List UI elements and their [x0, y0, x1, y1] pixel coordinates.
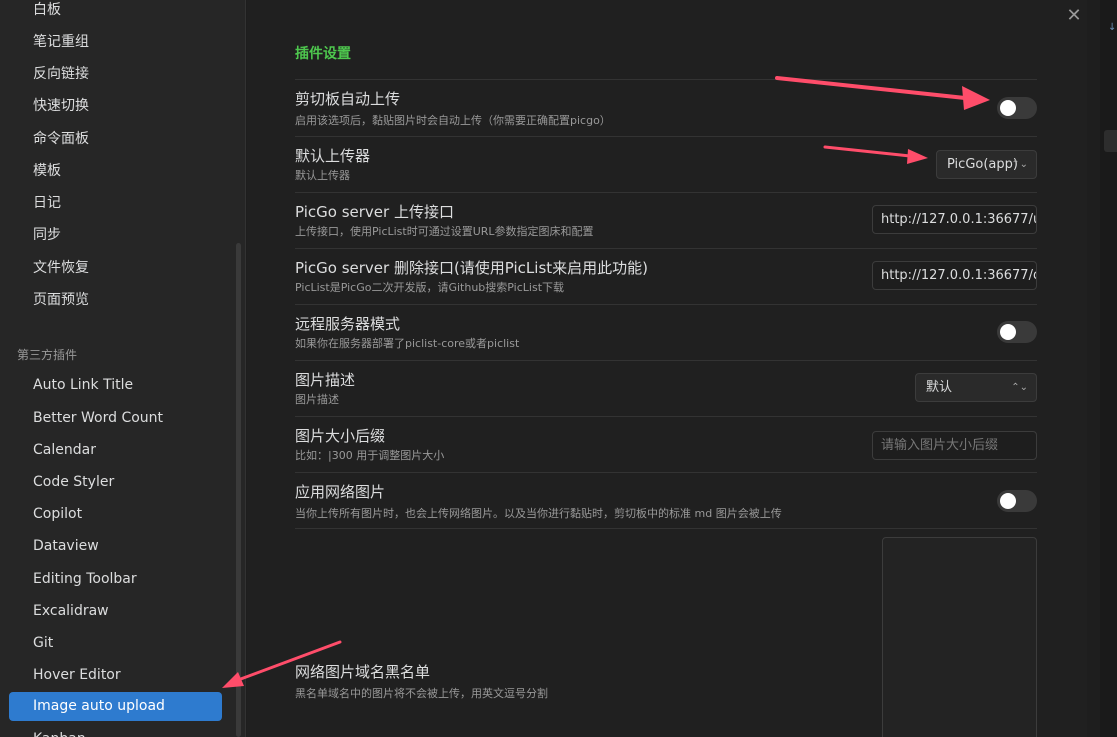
sidebar-item-page-preview[interactable]: 页面预览	[33, 290, 89, 310]
setting-delete-endpoint: PicGo server 删除接口(请使用PicList来启用此功能) PicL…	[295, 248, 1037, 304]
settings-sidebar: 白板 笔记重组 反向链接 快速切换 命令面板 模板 日记 同步 文件恢复 页面预…	[0, 0, 246, 737]
sidebar-item-file-recovery[interactable]: 文件恢复	[33, 258, 89, 278]
setting-name: PicGo server 上传接口	[295, 203, 454, 221]
sidebar-item-command-palette[interactable]: 命令面板	[33, 129, 89, 149]
section-title: 插件设置	[295, 46, 351, 62]
setting-name: 网络图片域名黑名单	[295, 663, 431, 681]
close-icon[interactable]: ✕	[1066, 7, 1082, 25]
sidebar-item-calendar[interactable]: Calendar	[33, 440, 96, 460]
apply-network-images-toggle[interactable]	[997, 490, 1037, 512]
setting-image-description: 图片描述 图片描述 默认 ⌃⌄	[295, 360, 1037, 416]
sidebar-section-community-plugins: 第三方插件	[17, 348, 78, 362]
sidebar-scrollbar[interactable]	[236, 243, 241, 737]
select-value: 默认	[926, 380, 953, 395]
sidebar-item-sync[interactable]: 同步	[33, 225, 61, 245]
domain-blacklist-textarea[interactable]	[882, 537, 1037, 737]
setting-apply-network-images: 应用网络图片 当你上传所有图片时，也会上传网络图片。以及当你进行黏贴时，剪切板中…	[295, 472, 1037, 528]
chevron-down-icon: ↓	[1108, 22, 1117, 33]
upload-endpoint-input[interactable]: http://127.0.0.1:36677/upload	[872, 205, 1037, 234]
setting-desc: PicList是PicGo二次开发版，请Github搜索PicList下载	[295, 281, 565, 294]
sidebar-item-better-word-count[interactable]: Better Word Count	[33, 408, 163, 428]
sidebar-item-excalidraw[interactable]: Excalidraw	[33, 601, 109, 621]
sidebar-item-image-auto-upload[interactable]: Image auto upload	[9, 692, 222, 721]
sidebar-item-editing-toolbar[interactable]: Editing Toolbar	[33, 569, 137, 589]
setting-desc: 图片描述	[295, 393, 339, 406]
setting-name: 默认上传器	[295, 147, 371, 165]
sidebar-item-canvas[interactable]: 白板	[33, 0, 61, 20]
setting-desc: 启用该选项后，黏贴图片时会自动上传（你需要正确配置picgo）	[295, 114, 611, 127]
setting-default-uploader: 默认上传器 默认上传器 PicGo(app) ⌃⌄	[295, 136, 1037, 192]
setting-name: PicGo server 删除接口(请使用PicList来启用此功能)	[295, 259, 649, 277]
sidebar-item-copilot[interactable]: Copilot	[33, 504, 82, 524]
setting-upload-endpoint: PicGo server 上传接口 上传接口，使用PicList时可通过设置UR…	[295, 192, 1037, 248]
sidebar-item-quick-switcher[interactable]: 快速切换	[33, 96, 89, 116]
setting-desc: 如果你在服务器部署了piclist-core或者piclist	[295, 337, 520, 350]
setting-name: 图片大小后缀	[295, 427, 386, 445]
setting-desc: 上传接口，使用PicList时可通过设置URL参数指定图床和配置	[295, 225, 594, 238]
right-pane-tab[interactable]	[1104, 130, 1117, 152]
setting-remote-server-mode: 远程服务器模式 如果你在服务器部署了piclist-core或者piclist	[295, 304, 1037, 360]
sidebar-item-backlinks[interactable]: 反向链接	[33, 64, 89, 84]
sidebar-item-code-styler[interactable]: Code Styler	[33, 472, 114, 492]
setting-name: 应用网络图片	[295, 483, 386, 501]
toggle-knob	[1000, 324, 1016, 340]
sidebar-item-note-composer[interactable]: 笔记重组	[33, 32, 89, 52]
setting-name: 远程服务器模式	[295, 315, 401, 333]
setting-clipboard-auto-upload: 剪切板自动上传 启用该选项后，黏贴图片时会自动上传（你需要正确配置picgo）	[295, 79, 1037, 136]
toggle-knob	[1000, 100, 1016, 116]
setting-name: 图片描述	[295, 371, 356, 389]
toggle-knob	[1000, 493, 1016, 509]
setting-desc: 比如：|300 用于调整图片大小	[295, 449, 445, 462]
default-uploader-select[interactable]: PicGo(app) ⌃⌄	[936, 150, 1037, 179]
delete-endpoint-input[interactable]: http://127.0.0.1:36677/delete	[872, 261, 1037, 290]
setting-desc: 默认上传器	[295, 169, 350, 182]
chevron-updown-icon: ⌃⌄	[1011, 159, 1028, 170]
sidebar-item-daily-notes[interactable]: 日记	[33, 193, 61, 213]
setting-image-size-suffix: 图片大小后缀 比如：|300 用于调整图片大小 请输入图片大小后缀	[295, 416, 1037, 472]
sidebar-item-auto-link-title[interactable]: Auto Link Title	[33, 375, 133, 395]
sidebar-item-dataview[interactable]: Dataview	[33, 536, 99, 556]
remote-server-mode-toggle[interactable]	[997, 321, 1037, 343]
right-pane-edge	[1100, 0, 1117, 737]
clipboard-auto-upload-toggle[interactable]	[997, 97, 1037, 119]
setting-name: 剪切板自动上传	[295, 90, 401, 108]
sidebar-item-templates[interactable]: 模板	[33, 161, 61, 181]
sidebar-item-kanban[interactable]: Kanban	[33, 729, 86, 737]
sidebar-item-hover-editor[interactable]: Hover Editor	[33, 665, 121, 685]
image-description-select[interactable]: 默认 ⌃⌄	[915, 373, 1037, 402]
sidebar-item-git[interactable]: Git	[33, 633, 53, 653]
chevron-updown-icon: ⌃⌄	[1011, 382, 1028, 393]
select-value: PicGo(app)	[947, 157, 1018, 172]
setting-desc: 黑名单域名中的图片将不会被上传，用英文逗号分割	[295, 687, 548, 700]
sidebar-item-label: Image auto upload	[33, 698, 165, 714]
image-size-suffix-input[interactable]: 请输入图片大小后缀	[872, 431, 1037, 460]
setting-desc: 当你上传所有图片时，也会上传网络图片。以及当你进行黏贴时，剪切板中的标准 md …	[295, 507, 782, 520]
